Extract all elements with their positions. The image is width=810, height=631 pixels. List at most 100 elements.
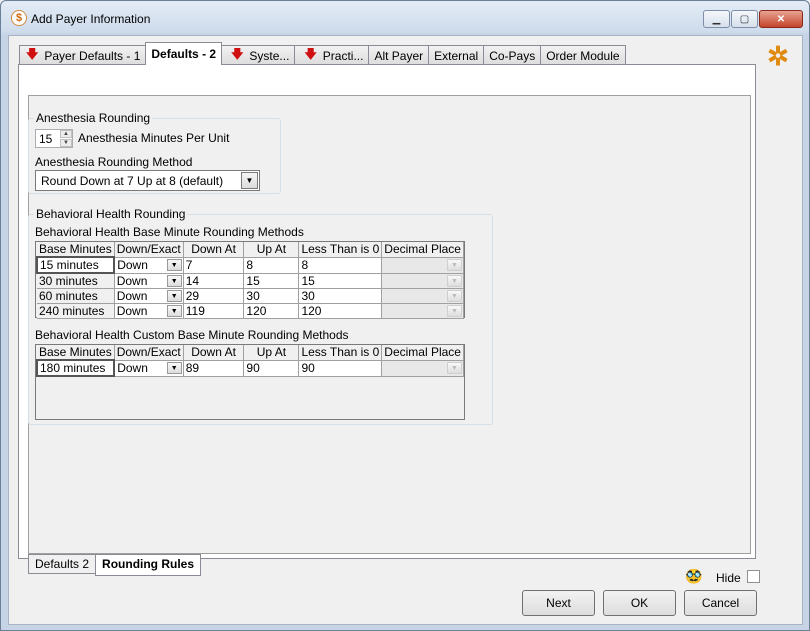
down-exact-cell[interactable]: Down ▼ bbox=[114, 288, 184, 304]
up-at-cell[interactable]: 15 bbox=[243, 273, 300, 289]
anesthesia-rounding-group: Anesthesia Rounding 15 ▲ ▼ Anesthesia Mi… bbox=[28, 111, 281, 194]
chevron-down-icon: ▼ bbox=[447, 258, 462, 271]
up-at-cell[interactable]: 90 bbox=[243, 360, 300, 377]
down-exact-cell[interactable]: Down ▼ bbox=[114, 273, 184, 289]
hide-label: Hide bbox=[716, 571, 741, 585]
up-at-cell[interactable]: 30 bbox=[243, 288, 300, 304]
col-less-than: Less Than is 0 bbox=[298, 242, 383, 258]
top-tab-strip: 🡇 Payer Defaults - 1 Defaults - 2 🡇 Syst… bbox=[19, 42, 626, 65]
less-than-cell[interactable]: 120 bbox=[298, 303, 383, 319]
col-base-minutes: Base Minutes bbox=[37, 242, 115, 258]
table-row[interactable]: 180 minutes Down ▼ 89 90 90 ▼ bbox=[35, 359, 464, 377]
table-row[interactable]: 15 minutes Down ▼ 7 8 8 ▼ bbox=[35, 256, 464, 274]
down-exact-value: Down bbox=[117, 258, 148, 272]
tab-alt-payer[interactable]: Alt Payer bbox=[368, 45, 430, 65]
dialog-window: $ Add Payer Information ▁ ▢ ✕ 🡇 Payer De… bbox=[0, 0, 810, 631]
tab-label: Practi... bbox=[322, 48, 364, 63]
chevron-down-icon[interactable]: ▼ bbox=[166, 290, 182, 302]
close-button[interactable]: ✕ bbox=[759, 10, 803, 28]
decimal-place-cell: ▼ bbox=[381, 273, 464, 289]
tab-label: Alt Payer bbox=[374, 48, 424, 63]
alert-arrow-icon: 🡇 bbox=[304, 47, 317, 61]
tab-defaults-2-sub[interactable]: Defaults 2 bbox=[28, 554, 97, 574]
down-at-cell[interactable]: 89 bbox=[183, 360, 245, 377]
down-at-cell[interactable]: 14 bbox=[183, 273, 245, 289]
tab-co-pays[interactable]: Co-Pays bbox=[483, 45, 542, 65]
chevron-down-icon[interactable]: ▼ bbox=[241, 172, 258, 189]
anesthesia-minutes-stepper[interactable]: 15 ▲ ▼ bbox=[35, 129, 73, 148]
alert-arrow-icon: 🡇 bbox=[26, 47, 39, 61]
chevron-down-icon: ▼ bbox=[447, 305, 462, 317]
rounding-rules-panel: Anesthesia Rounding 15 ▲ ▼ Anesthesia Mi… bbox=[28, 95, 751, 554]
tab-label: Syste... bbox=[249, 48, 290, 63]
minutes-per-unit-label: Anesthesia Minutes Per Unit bbox=[78, 131, 230, 145]
table-row[interactable]: 240 minutes Down ▼ 119 120 120 ▼ bbox=[37, 303, 464, 319]
table-row[interactable]: 30 minutes Down ▼ 14 15 15 ▼ bbox=[37, 273, 464, 289]
base-minutes-cell[interactable]: 180 minutes bbox=[35, 359, 116, 377]
tab-label: Defaults - 2 bbox=[151, 47, 217, 61]
tab-external[interactable]: External bbox=[428, 45, 485, 65]
tab-defaults-2[interactable]: Defaults - 2 bbox=[145, 42, 223, 65]
chevron-down-icon[interactable]: ▼ bbox=[166, 305, 182, 317]
custom-methods-label: Behavioral Health Custom Base Minute Rou… bbox=[35, 328, 349, 342]
next-button[interactable]: Next bbox=[522, 590, 595, 616]
tab-label: Payer Defaults - 1 bbox=[44, 48, 141, 63]
spin-down-icon[interactable]: ▼ bbox=[60, 139, 72, 147]
tab-payer-defaults-1[interactable]: 🡇 Payer Defaults - 1 bbox=[19, 45, 147, 65]
less-than-cell[interactable]: 30 bbox=[298, 288, 383, 304]
rounding-method-label: Anesthesia Rounding Method bbox=[35, 155, 193, 169]
tab-system[interactable]: 🡇 Syste... bbox=[221, 45, 296, 65]
down-at-cell[interactable]: 29 bbox=[183, 288, 245, 304]
grid-header: Base Minutes Down/Exact Down At Up At Le… bbox=[37, 345, 464, 361]
rounding-method-select[interactable]: Round Down at 7 Up at 8 (default) ▼ bbox=[35, 170, 260, 191]
tab-label: External bbox=[434, 48, 479, 63]
cancel-button[interactable]: Cancel bbox=[684, 590, 757, 616]
minimize-button[interactable]: ▁ bbox=[703, 10, 730, 28]
grid-header: Base Minutes Down/Exact Down At Up At Le… bbox=[37, 242, 464, 258]
down-at-cell[interactable]: 119 bbox=[183, 303, 245, 319]
behavioral-health-group: Behavioral Health Rounding Behavioral He… bbox=[28, 207, 493, 425]
title-bar: $ Add Payer Information ▁ ▢ ✕ bbox=[1, 1, 809, 35]
base-minutes-cell[interactable]: 60 minutes bbox=[37, 288, 115, 304]
down-exact-cell[interactable]: Down ▼ bbox=[114, 303, 184, 319]
decimal-place-cell: ▼ bbox=[381, 288, 464, 304]
down-at-cell[interactable]: 7 bbox=[183, 257, 245, 274]
down-exact-cell[interactable]: Down ▼ bbox=[114, 360, 184, 377]
col-decimal-place: Decimal Place bbox=[381, 242, 464, 258]
maximize-button[interactable]: ▢ bbox=[731, 10, 758, 28]
stepper-value: 15 bbox=[39, 132, 53, 146]
less-than-cell[interactable]: 8 bbox=[298, 257, 383, 274]
spin-up-icon[interactable]: ▲ bbox=[60, 130, 72, 138]
tab-rounding-rules[interactable]: Rounding Rules bbox=[95, 554, 202, 576]
tab-order-module[interactable]: Order Module bbox=[540, 45, 626, 65]
tab-page-defaults-2: Anesthesia Rounding 15 ▲ ▼ Anesthesia Mi… bbox=[18, 64, 756, 576]
col-down-at: Down At bbox=[183, 242, 245, 258]
tab-label: Co-Pays bbox=[489, 48, 536, 63]
dollar-medical-logo-icon: ✲ bbox=[767, 41, 789, 71]
decimal-place-cell: ▼ bbox=[381, 360, 464, 377]
chevron-down-icon[interactable]: ▼ bbox=[166, 258, 182, 271]
base-minutes-cell[interactable]: 15 minutes bbox=[35, 256, 116, 274]
chevron-down-icon[interactable]: ▼ bbox=[166, 361, 182, 374]
bottom-tab-strip: Defaults 2 Rounding Rules bbox=[28, 554, 202, 576]
down-exact-value: Down bbox=[116, 289, 148, 303]
chevron-down-icon[interactable]: ▼ bbox=[166, 274, 182, 287]
base-minutes-cell[interactable]: 30 minutes bbox=[37, 273, 115, 289]
group-title: Anesthesia Rounding bbox=[34, 111, 153, 125]
tab-practice[interactable]: 🡇 Practi... bbox=[294, 45, 370, 65]
down-exact-cell[interactable]: Down ▼ bbox=[114, 257, 184, 274]
hide-checkbox[interactable] bbox=[747, 570, 760, 583]
down-exact-value: Down bbox=[116, 304, 148, 318]
app-icon: $ bbox=[11, 10, 27, 26]
less-than-cell[interactable]: 90 bbox=[298, 360, 383, 377]
ok-button[interactable]: OK bbox=[603, 590, 676, 616]
down-exact-value: Down bbox=[117, 361, 148, 375]
up-at-cell[interactable]: 120 bbox=[243, 303, 300, 319]
table-row[interactable]: 60 minutes Down ▼ 29 30 30 ▼ bbox=[37, 288, 464, 304]
decimal-place-cell: ▼ bbox=[381, 257, 464, 274]
less-than-cell[interactable]: 15 bbox=[298, 273, 383, 289]
up-at-cell[interactable]: 8 bbox=[243, 257, 300, 274]
custom-methods-grid: Base Minutes Down/Exact Down At Up At Le… bbox=[35, 344, 465, 420]
chevron-down-icon: ▼ bbox=[447, 290, 462, 302]
base-minutes-cell[interactable]: 240 minutes bbox=[37, 303, 115, 319]
